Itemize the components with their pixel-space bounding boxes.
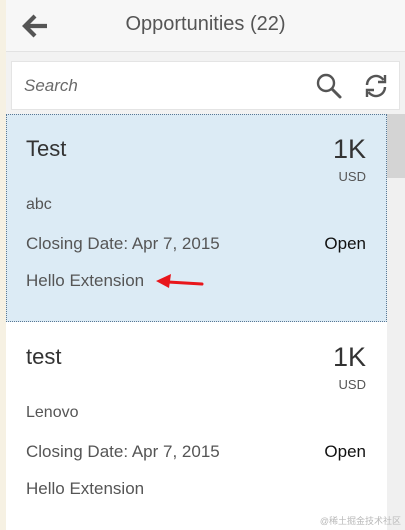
opportunity-amount: 1K <box>332 342 366 372</box>
search-input[interactable] <box>24 74 294 98</box>
scrollbar-thumb[interactable] <box>387 114 405 178</box>
scrollbar[interactable] <box>387 114 405 530</box>
red-arrow-icon <box>156 274 204 288</box>
opportunity-status: Open <box>324 442 366 461</box>
header-bar: Opportunities (22) <box>6 0 405 52</box>
opportunity-item[interactable]: test 1K USD Lenovo Closing Date: Apr 7, … <box>6 322 387 530</box>
page-title: Opportunities (22) <box>125 13 286 35</box>
opportunity-list: Test 1K USD abc Closing Date: Apr 7, 201… <box>6 114 387 530</box>
opportunity-extension-field: Hello Extension <box>26 271 145 290</box>
opportunity-name: Test <box>26 136 67 161</box>
opportunity-closing-date: Closing Date: Apr 7, 2015 <box>26 234 220 253</box>
opportunity-currency: USD <box>338 169 366 184</box>
opportunity-currency: USD <box>338 377 366 392</box>
opportunity-name: test <box>26 344 62 369</box>
search-bar <box>11 61 400 110</box>
opportunity-closing-date: Closing Date: Apr 7, 2015 <box>26 442 220 461</box>
opportunity-item[interactable]: Test 1K USD abc Closing Date: Apr 7, 201… <box>6 114 387 322</box>
opportunity-account: Lenovo <box>26 404 79 421</box>
refresh-icon[interactable] <box>362 72 390 100</box>
opportunity-status: Open <box>324 234 366 253</box>
opportunity-amount: 1K <box>332 134 366 164</box>
opportunity-extension-field: Hello Extension <box>26 479 145 498</box>
watermark: @稀土掘金技术社区 <box>319 516 401 526</box>
opportunity-account: abc <box>26 196 52 213</box>
search-icon[interactable] <box>315 72 343 100</box>
